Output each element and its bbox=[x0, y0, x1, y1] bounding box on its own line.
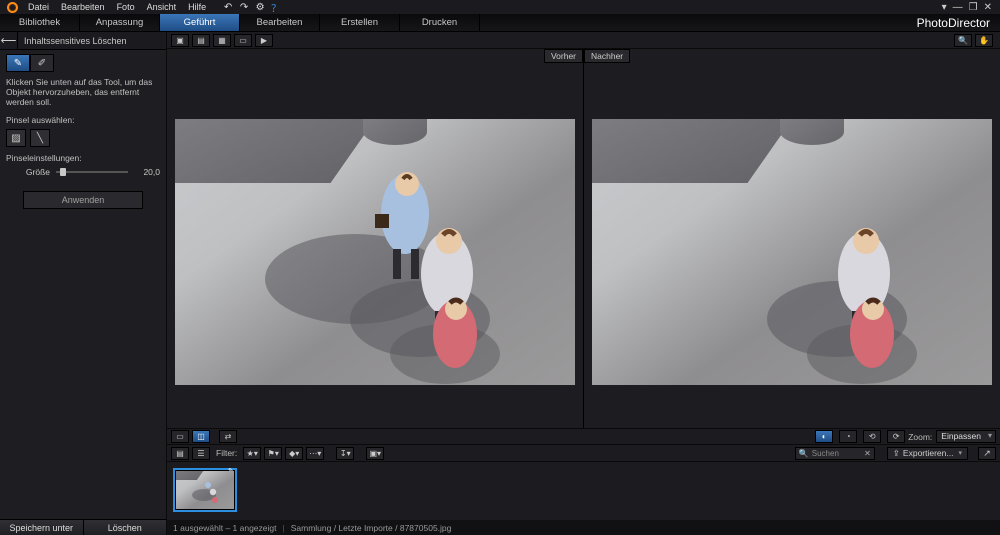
tab-adjustment[interactable]: Anpassung bbox=[80, 14, 160, 31]
rotate-right-icon[interactable]: ⟳ bbox=[887, 430, 905, 443]
brush-line-button[interactable]: ╲ bbox=[30, 129, 50, 147]
window-close-icon[interactable]: ✕ bbox=[984, 2, 992, 13]
window-maximize-icon[interactable]: ❐ bbox=[969, 2, 978, 13]
menu-bar: Datei Bearbeiten Foto Ansicht Hilfe ↶ ↷ … bbox=[0, 0, 1000, 14]
menu-file[interactable]: Datei bbox=[22, 2, 55, 12]
delete-button[interactable]: Löschen bbox=[84, 520, 167, 535]
thumbnail-selected[interactable]: ✎ bbox=[173, 468, 237, 512]
photo-people-after bbox=[592, 119, 992, 385]
list-mode-icon[interactable]: ☰ bbox=[192, 447, 210, 460]
filmstrip: ✎ bbox=[167, 462, 1000, 520]
back-icon[interactable]: ⟵ bbox=[0, 32, 18, 50]
view-single-icon[interactable]: ▣ bbox=[171, 34, 189, 47]
before-image[interactable] bbox=[175, 119, 575, 385]
brush-select-label: Pinsel auswählen: bbox=[6, 115, 160, 125]
status-path: Sammlung / Letzte Importe / 87870505.jpg bbox=[291, 523, 452, 533]
status-selection: 1 ausgewählt – 1 angezeigt bbox=[173, 523, 277, 533]
filter-toolbar: ▤ ☰ Filter: ★▾ ⚑▾ ◆▾ ⋯▾ ↧▾ ▣▾ 🔍 Suchen ✕… bbox=[167, 445, 1000, 462]
tab-print[interactable]: Drucken bbox=[400, 14, 480, 31]
layout-swap-icon[interactable]: ⇄ bbox=[219, 430, 237, 443]
search-placeholder: Suchen bbox=[812, 449, 839, 458]
window-shrink-icon[interactable]: ▾ bbox=[942, 2, 947, 13]
pan-icon[interactable]: ✋ bbox=[975, 34, 993, 47]
clear-search-icon[interactable]: ✕ bbox=[864, 449, 871, 458]
menu-help[interactable]: Hilfe bbox=[182, 2, 212, 12]
tab-edit[interactable]: Bearbeiten bbox=[240, 14, 320, 31]
view-slideshow-icon[interactable]: ▶ bbox=[255, 34, 273, 47]
search-input[interactable]: 🔍 Suchen ✕ bbox=[795, 447, 875, 460]
zoom-select[interactable]: Einpassen bbox=[936, 430, 996, 443]
redo-icon[interactable]: ↷ bbox=[237, 1, 251, 13]
export-icon: ⇪ bbox=[893, 448, 900, 459]
menu-photo[interactable]: Foto bbox=[111, 2, 141, 12]
view-image-icon[interactable]: ▤ bbox=[192, 34, 210, 47]
filter-more-icon[interactable]: ⋯▾ bbox=[306, 447, 324, 460]
tool-panel: ⟵ Inhaltssensitives Löschen ✎ ✐ Klicken … bbox=[0, 32, 167, 535]
menu-edit[interactable]: Bearbeiten bbox=[55, 2, 111, 12]
tab-guided[interactable]: Geführt bbox=[160, 14, 240, 31]
compare-view: Vorher bbox=[167, 49, 1000, 428]
sort-icon[interactable]: ↧▾ bbox=[336, 447, 354, 460]
size-label: Größe bbox=[6, 167, 50, 177]
eraser-tool-tab[interactable]: ✐ bbox=[30, 54, 54, 72]
filter-label-icon[interactable]: ◆▾ bbox=[285, 447, 303, 460]
tool-title: Inhaltssensitives Löschen bbox=[18, 36, 127, 46]
share-icon[interactable]: ↗ bbox=[978, 447, 996, 460]
after-label: Nachher bbox=[584, 49, 630, 63]
rotate-left-icon[interactable]: ⟲ bbox=[863, 430, 881, 443]
undo-icon[interactable]: ↶ bbox=[221, 1, 235, 13]
save-as-button[interactable]: Speichern unter bbox=[0, 520, 84, 535]
app-logo bbox=[2, 0, 22, 14]
compare-toolbar: ▭ ◫ ⇄ ◐ ◔ ⟲ ⟳ Zoom: Einpassen bbox=[167, 428, 1000, 445]
mask-icon[interactable]: ◔ bbox=[839, 430, 857, 443]
export-label: Exportieren... bbox=[903, 448, 954, 458]
magnifier-icon[interactable]: 🔍 bbox=[954, 34, 972, 47]
settings-icon[interactable]: ⚙ bbox=[253, 1, 267, 13]
menu-view[interactable]: Ansicht bbox=[141, 2, 183, 12]
filter-label: Filter: bbox=[216, 448, 237, 458]
window-controls: ▾ — ❐ ✕ bbox=[942, 2, 998, 13]
question-icon[interactable]: ？ bbox=[269, 1, 283, 13]
window-minimize-icon[interactable]: — bbox=[953, 2, 963, 13]
stack-icon[interactable]: ▣▾ bbox=[366, 447, 384, 460]
export-button[interactable]: ⇪ Exportieren... bbox=[887, 447, 968, 460]
thumbs-mode-icon[interactable]: ▤ bbox=[171, 447, 189, 460]
before-label: Vorher bbox=[544, 49, 583, 63]
module-tabs: Bibliothek Anpassung Geführt Bearbeiten … bbox=[0, 14, 1000, 32]
search-icon: 🔍 bbox=[799, 449, 809, 458]
layout-split-icon[interactable]: ◫ bbox=[192, 430, 210, 443]
photo-people bbox=[175, 119, 575, 385]
layout-single-icon[interactable]: ▭ bbox=[171, 430, 189, 443]
view-grid-icon[interactable]: ▦ bbox=[213, 34, 231, 47]
brush-settings-label: Pinseleinstellungen: bbox=[6, 153, 160, 163]
histogram-icon[interactable]: ◐ bbox=[815, 430, 833, 443]
filter-flag-icon[interactable]: ⚑▾ bbox=[264, 447, 282, 460]
zoom-label: Zoom: bbox=[908, 432, 932, 442]
view-toolbar: ▣ ▤ ▦ ▭ ▶ 🔍 ✋ bbox=[167, 32, 1000, 49]
filter-rating-icon[interactable]: ★▾ bbox=[243, 447, 261, 460]
tab-create[interactable]: Erstellen bbox=[320, 14, 400, 31]
view-dual-icon[interactable]: ▭ bbox=[234, 34, 252, 47]
brush-paint-button[interactable]: ▨ bbox=[6, 129, 26, 147]
tool-hint: Klicken Sie unten auf das Tool, um das O… bbox=[6, 78, 160, 107]
brush-tool-tab[interactable]: ✎ bbox=[6, 54, 30, 72]
after-image[interactable] bbox=[592, 119, 992, 385]
size-slider[interactable] bbox=[56, 168, 128, 176]
status-bar: 1 ausgewählt – 1 angezeigt | Sammlung / … bbox=[167, 520, 1000, 535]
apply-button[interactable]: Anwenden bbox=[23, 191, 143, 209]
brand-label: PhotoDirector bbox=[917, 14, 1000, 31]
size-value: 20,0 bbox=[134, 167, 160, 177]
tab-library[interactable]: Bibliothek bbox=[0, 14, 80, 31]
